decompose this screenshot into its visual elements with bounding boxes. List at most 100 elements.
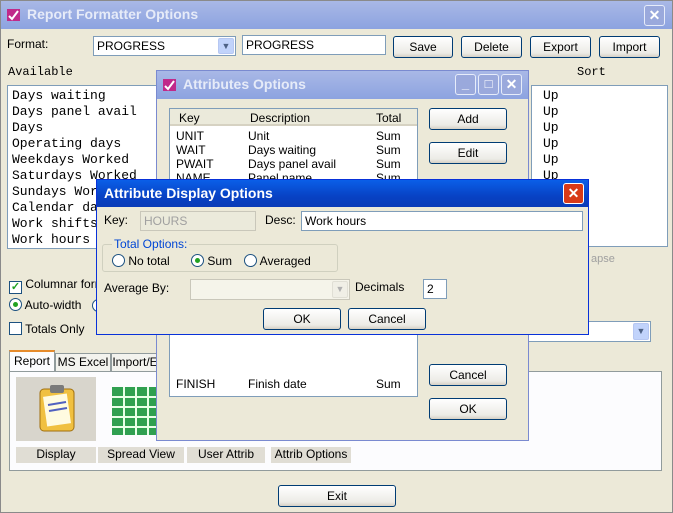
radio-icon	[191, 254, 204, 267]
display-ok-button[interactable]: OK	[263, 308, 341, 330]
app-icon	[163, 79, 176, 91]
list-item[interactable]: Operating days	[12, 136, 137, 152]
key-value: HOURS	[144, 214, 188, 228]
row-key: PWAIT	[176, 157, 214, 171]
export-label: Export	[543, 40, 578, 54]
totals-only-checkbox[interactable]: Totals Only	[9, 322, 84, 336]
list-item[interactable]: Up	[543, 152, 559, 168]
row-key: WAIT	[176, 143, 206, 157]
display-ok-label: OK	[293, 312, 311, 326]
ok-label: OK	[459, 402, 477, 416]
table-row[interactable]: PWAIT Days panel avail Sum	[170, 157, 417, 171]
list-item[interactable]: Up	[543, 120, 559, 136]
tab-ms-excel[interactable]: MS Excel	[55, 353, 111, 372]
clipboard-icon	[39, 385, 75, 432]
tab-import-label: Import/E	[112, 355, 158, 369]
attribute-display-dialog: Attribute Display Options ✕ Key: HOURS D…	[96, 179, 589, 335]
no-total-label: No total	[128, 254, 170, 268]
exit-button[interactable]: Exit	[278, 485, 396, 507]
row-key: FINISH	[176, 377, 216, 391]
list-item[interactable]: Days panel avail	[12, 104, 137, 120]
minimize-button[interactable]: _	[455, 74, 476, 95]
format-select-value: PROGRESS	[97, 39, 166, 53]
decimals-label: Decimals	[355, 280, 405, 294]
column-header-total[interactable]: Total	[376, 111, 401, 125]
maximize-button[interactable]: □	[478, 74, 499, 95]
display-cancel-button[interactable]: Cancel	[348, 308, 426, 330]
format-name-input[interactable]: PROGRESS	[242, 35, 386, 55]
sum-radio[interactable]: Sum	[191, 254, 232, 268]
tab-report[interactable]: Report	[9, 350, 55, 372]
tab-import[interactable]: Import/E	[111, 353, 159, 372]
save-button[interactable]: Save	[393, 36, 453, 58]
list-item[interactable]: Up	[543, 136, 559, 152]
key-field: HOURS	[140, 211, 256, 231]
averaged-radio[interactable]: Averaged	[244, 254, 311, 268]
total-options-label: Total Options:	[112, 237, 190, 251]
attrib-options-tile[interactable]: Attrib Options	[271, 447, 351, 463]
cancel-button[interactable]: Cancel	[429, 364, 507, 386]
tab-report-label: Report	[13, 354, 51, 368]
export-button[interactable]: Export	[530, 36, 591, 58]
chevron-down-icon: ▼	[332, 281, 348, 298]
auto-width-radio[interactable]: Auto-width	[9, 298, 81, 312]
sum-label: Sum	[207, 254, 233, 268]
row-total: Sum	[376, 377, 401, 391]
display-close-button[interactable]: ✕	[563, 183, 584, 204]
averaged-label: Averaged	[259, 254, 311, 268]
radio-icon	[9, 298, 22, 311]
chevron-down-icon[interactable]: ▼	[218, 38, 234, 54]
attributes-titlebar: Attributes Options _ □ ✕	[157, 71, 528, 99]
format-select[interactable]: PROGRESS ▼	[93, 36, 236, 56]
display-tile[interactable]: Display	[16, 377, 96, 463]
add-label: Add	[457, 112, 479, 126]
row-total: Sum	[376, 143, 401, 157]
delete-button[interactable]: Delete	[461, 36, 522, 58]
ok-button[interactable]: OK	[429, 398, 507, 420]
format-label: Format:	[7, 37, 49, 51]
decimals-value: 2	[427, 282, 434, 296]
list-item[interactable]: Weekdays Worked	[12, 152, 137, 168]
chevron-down-icon[interactable]: ▼	[633, 323, 649, 340]
column-header-key[interactable]: Key	[179, 111, 200, 125]
checkbox-empty-icon	[9, 322, 22, 335]
row-total: Sum	[376, 129, 401, 143]
edit-button[interactable]: Edit	[429, 142, 507, 164]
table-row[interactable]: FINISH Finish date Sum	[170, 377, 417, 391]
app-icon	[7, 9, 20, 21]
totals-only-label: Totals Only	[25, 322, 85, 336]
list-item[interactable]: Up	[543, 104, 559, 120]
display-tile-label: Display	[16, 447, 96, 463]
save-label: Save	[409, 40, 437, 54]
available-label: Available	[8, 65, 73, 79]
tab-ms-excel-label: MS Excel	[57, 355, 109, 369]
list-item[interactable]: Up	[543, 88, 559, 104]
main-titlebar: Report Formatter Options ✕	[1, 1, 672, 29]
desc-value: Work hours	[305, 214, 367, 228]
table-row[interactable]: UNIT Unit Sum	[170, 129, 417, 143]
desc-input[interactable]: Work hours	[301, 211, 583, 231]
table-row[interactable]: WAIT Days waiting Sum	[170, 143, 417, 157]
average-by-select: ▼	[190, 279, 350, 300]
delete-label: Delete	[474, 40, 509, 54]
exit-label: Exit	[326, 489, 347, 503]
attributes-close-button[interactable]: ✕	[501, 74, 522, 95]
list-item[interactable]: Days waiting	[12, 88, 137, 104]
add-button[interactable]: Add	[429, 108, 507, 130]
import-label: Import	[612, 40, 647, 54]
main-close-button[interactable]: ✕	[644, 5, 665, 26]
import-button[interactable]: Import	[599, 36, 660, 58]
decimals-input[interactable]: 2	[423, 279, 447, 299]
table-header: Key Description Total	[170, 109, 417, 126]
spreadsheet-icon	[112, 387, 158, 435]
user-attrib-tile[interactable]: User Attrib	[187, 447, 265, 463]
row-desc: Days panel avail	[248, 157, 337, 171]
no-total-radio[interactable]: No total	[112, 254, 170, 268]
attrib-options-label: Attrib Options	[274, 447, 348, 461]
list-item[interactable]: Days	[12, 120, 137, 136]
display-titlebar: Attribute Display Options ✕	[97, 180, 588, 207]
column-header-description[interactable]: Description	[250, 111, 310, 125]
main-title: Report Formatter Options	[27, 6, 199, 22]
attributes-title: Attributes Options	[183, 76, 306, 92]
sort-items: Up Up Up Up Up Up	[543, 88, 559, 184]
